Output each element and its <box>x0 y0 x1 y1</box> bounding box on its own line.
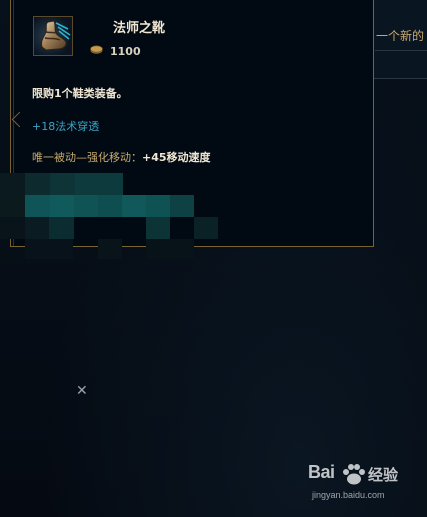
passive-description: 唯一被动—强化移动：+45移动速度 <box>32 149 211 165</box>
close-x-icon: ✕ <box>76 383 88 399</box>
watermark-brand: Bai <box>308 462 335 482</box>
gold-coin-icon <box>90 45 103 54</box>
passive-label: 唯一被动—强化移动： <box>32 151 142 164</box>
baidu-paw-icon <box>343 464 365 485</box>
item-price: 1100 <box>110 45 141 58</box>
watermark-brand-suffix: 经验 <box>368 467 399 484</box>
tooltip-pointer <box>11 111 28 128</box>
purchase-limit-text: 限购1个鞋类装备。 <box>32 87 128 100</box>
background-divider <box>375 50 427 51</box>
background-panel-text: 一个新的 <box>376 29 425 43</box>
watermark-url: jingyan.baidu.com <box>312 490 385 500</box>
passive-value: +45移动速度 <box>142 151 211 164</box>
baidu-watermark: Bai 经验 jingyan.baidu.com <box>308 462 418 506</box>
pixelated-area <box>0 173 218 259</box>
boots-of-sorcery-icon <box>33 16 73 56</box>
magic-penetration-stat: +18法术穿透 <box>32 120 100 133</box>
item-name: 法师之靴 <box>113 21 166 36</box>
